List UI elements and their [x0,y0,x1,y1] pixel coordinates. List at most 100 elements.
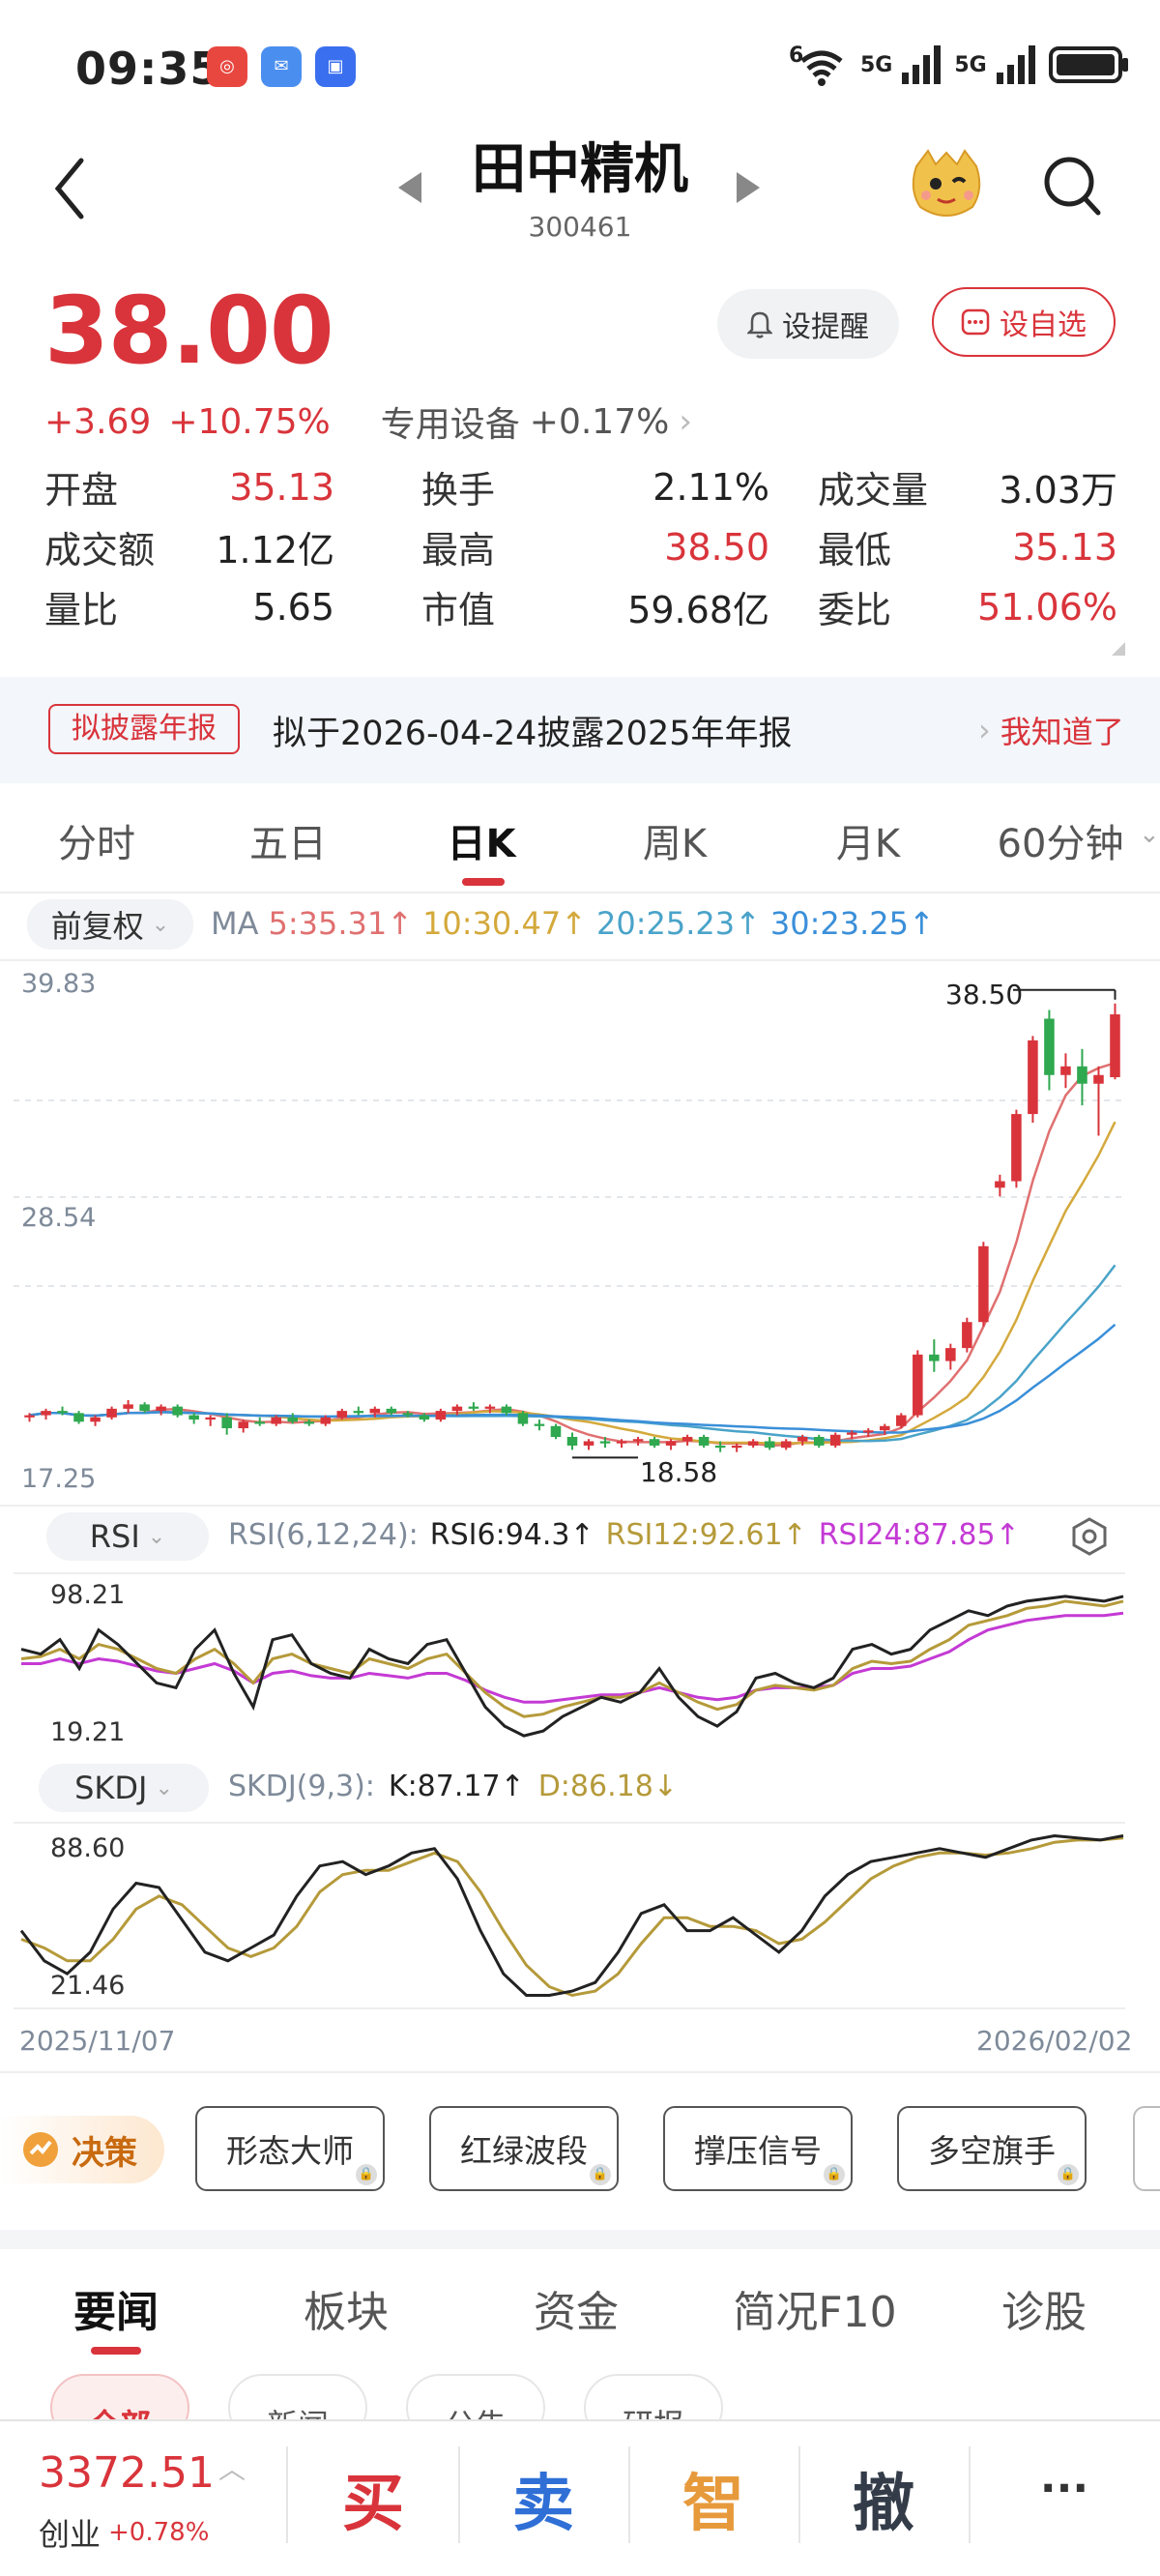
rsi-selector[interactable]: RSI ⌄ [46,1512,209,1561]
more-button[interactable]: ··· [972,2464,1156,2513]
tab-5[interactable]: 60分钟 [978,812,1143,868]
candle-body [534,1423,545,1426]
rsi12-value: RSI12:92.61↑ [605,1518,807,1552]
tab-0[interactable]: 分时 [29,812,164,868]
news-tab-1[interactable]: 板块 [269,2277,423,2339]
strategy-brand[interactable]: 决策 [0,2116,164,2183]
candle-body [862,1430,874,1433]
candle-body [632,1439,644,1442]
y-axis-top-label: 39.83 [21,969,97,999]
x-axis-start-label: 2025/11/07 [19,2025,176,2057]
rsi-params: RSI(6,12,24): [228,1518,419,1552]
strategy-item-2[interactable]: 撑压信号 🔒 [663,2106,853,2191]
skdj-selector[interactable]: SKDJ ⌄ [39,1764,209,1812]
candle-body [156,1406,166,1412]
y-axis-bottom-label: 17.25 [21,1464,97,1494]
x-axis-end-label: 2026/02/02 [976,2025,1133,2057]
candle-body [271,1417,282,1424]
strategy-item-label: 多空旗手 [928,2132,1056,2170]
ma-values: MA 5:35.31↑ 10:30.47↑ 20:25.23↑ 30:23.25↑ [211,905,935,942]
skdj-d-line [20,1836,1124,1998]
smart-button[interactable]: 智 [630,2454,797,2543]
candle-body [813,1436,825,1446]
chevron-down-icon[interactable]: ⌄ [1139,820,1160,849]
settings-icon[interactable] [1069,1516,1110,1557]
candle-body [1110,1014,1120,1077]
candle-body [73,1413,84,1422]
index-value[interactable]: 3372.51 [39,2448,215,2498]
candle-body [123,1404,133,1409]
sell-button[interactable]: 卖 [460,2454,626,2543]
adjust-label: 前复权 [50,908,144,945]
candle-body [353,1411,364,1414]
candle-body [501,1406,512,1414]
candle-body [287,1417,299,1422]
news-tab-2[interactable]: 资金 [499,2277,653,2339]
candle-body [238,1421,248,1429]
index-pct: +0.78% [108,2518,210,2547]
candle-body [797,1436,808,1442]
news-tab-0[interactable]: 要闻 [39,2277,193,2339]
candle-body [172,1406,183,1416]
candle-body [896,1415,907,1426]
news-tab-underline [91,2347,141,2355]
candle-body [468,1406,479,1409]
tab-1[interactable]: 五日 [220,812,356,868]
lock-icon: 🔒 [1058,2164,1079,2185]
ma-value-1: 10:30.47↑ [422,905,587,942]
strategy-more-edge [1133,2106,1160,2191]
candle-body [682,1436,693,1442]
adjust-selector[interactable]: 前复权 ⌄ [27,899,193,950]
candle-body [419,1415,430,1420]
rsi-values: RSI(6,12,24): RSI6:94.3↑ RSI12:92.61↑ RS… [228,1518,1020,1552]
divider [14,2007,1125,2009]
ma-line-5 [29,1062,1116,1448]
skdj-chart[interactable] [0,1824,1160,2007]
candle-body [386,1408,397,1414]
rsi24-value: RSI24:87.85↑ [818,1518,1020,1552]
candle-body [205,1417,216,1420]
strategy-item-label: 撑压信号 [694,2132,822,2170]
skdj-label: SKDJ [74,1770,148,1806]
index-info: 创业 +0.78% [39,2510,209,2555]
candle-body [24,1415,35,1418]
rsi6-value: RSI6:94.3↑ [429,1518,594,1552]
rsi24-line [21,1611,1124,1704]
ma-label: MA [211,905,259,942]
cancel-order-button[interactable]: 撤 [800,2454,967,2543]
candlestick-chart[interactable] [0,961,1160,1497]
candle-body [880,1425,890,1431]
candle-body [336,1411,348,1418]
chevron-up-icon: ︿ [218,2453,246,2485]
candle-body [1011,1114,1022,1182]
news-tab-4[interactable]: 诊股 [967,2277,1121,2339]
candle-body [435,1411,447,1420]
candle-body [369,1408,381,1414]
candle-body [254,1421,265,1424]
ma-value-3: 30:23.25↑ [769,905,935,942]
tab-3[interactable]: 周K [607,812,742,868]
skdj-k-line [19,1833,1124,1997]
candle-body [550,1425,562,1437]
lock-icon: 🔒 [590,2164,611,2185]
chevron-down-icon: ⌄ [147,1524,166,1549]
strategy-item-0[interactable]: 形态大师 🔒 [195,2106,385,2191]
section-gap [0,2230,1160,2249]
strategy-item-3[interactable]: 多空旗手 🔒 [897,2106,1087,2191]
news-tab-3[interactable]: 简况F10 [713,2277,916,2339]
candle-body [451,1406,463,1412]
strategy-brand-label: 决策 [72,2133,137,2173]
skdj-k-value: K:87.17↑ [388,1770,525,1803]
candle-body [962,1322,972,1349]
rsi-chart[interactable] [0,1574,1160,1758]
buy-button[interactable]: 买 [290,2454,456,2543]
candle-body [995,1181,1005,1188]
skdj-y-bottom-label: 21.46 [50,1971,126,2001]
candle-body [731,1445,742,1449]
tab-4[interactable]: 月K [800,812,936,868]
tab-2[interactable]: 日K [414,812,549,868]
strategy-item-label: 形态大师 [226,2132,354,2170]
strategy-item-1[interactable]: 红绿波段 🔒 [429,2106,619,2191]
candle-body [714,1445,726,1449]
ma-line-10 [29,1121,1116,1445]
